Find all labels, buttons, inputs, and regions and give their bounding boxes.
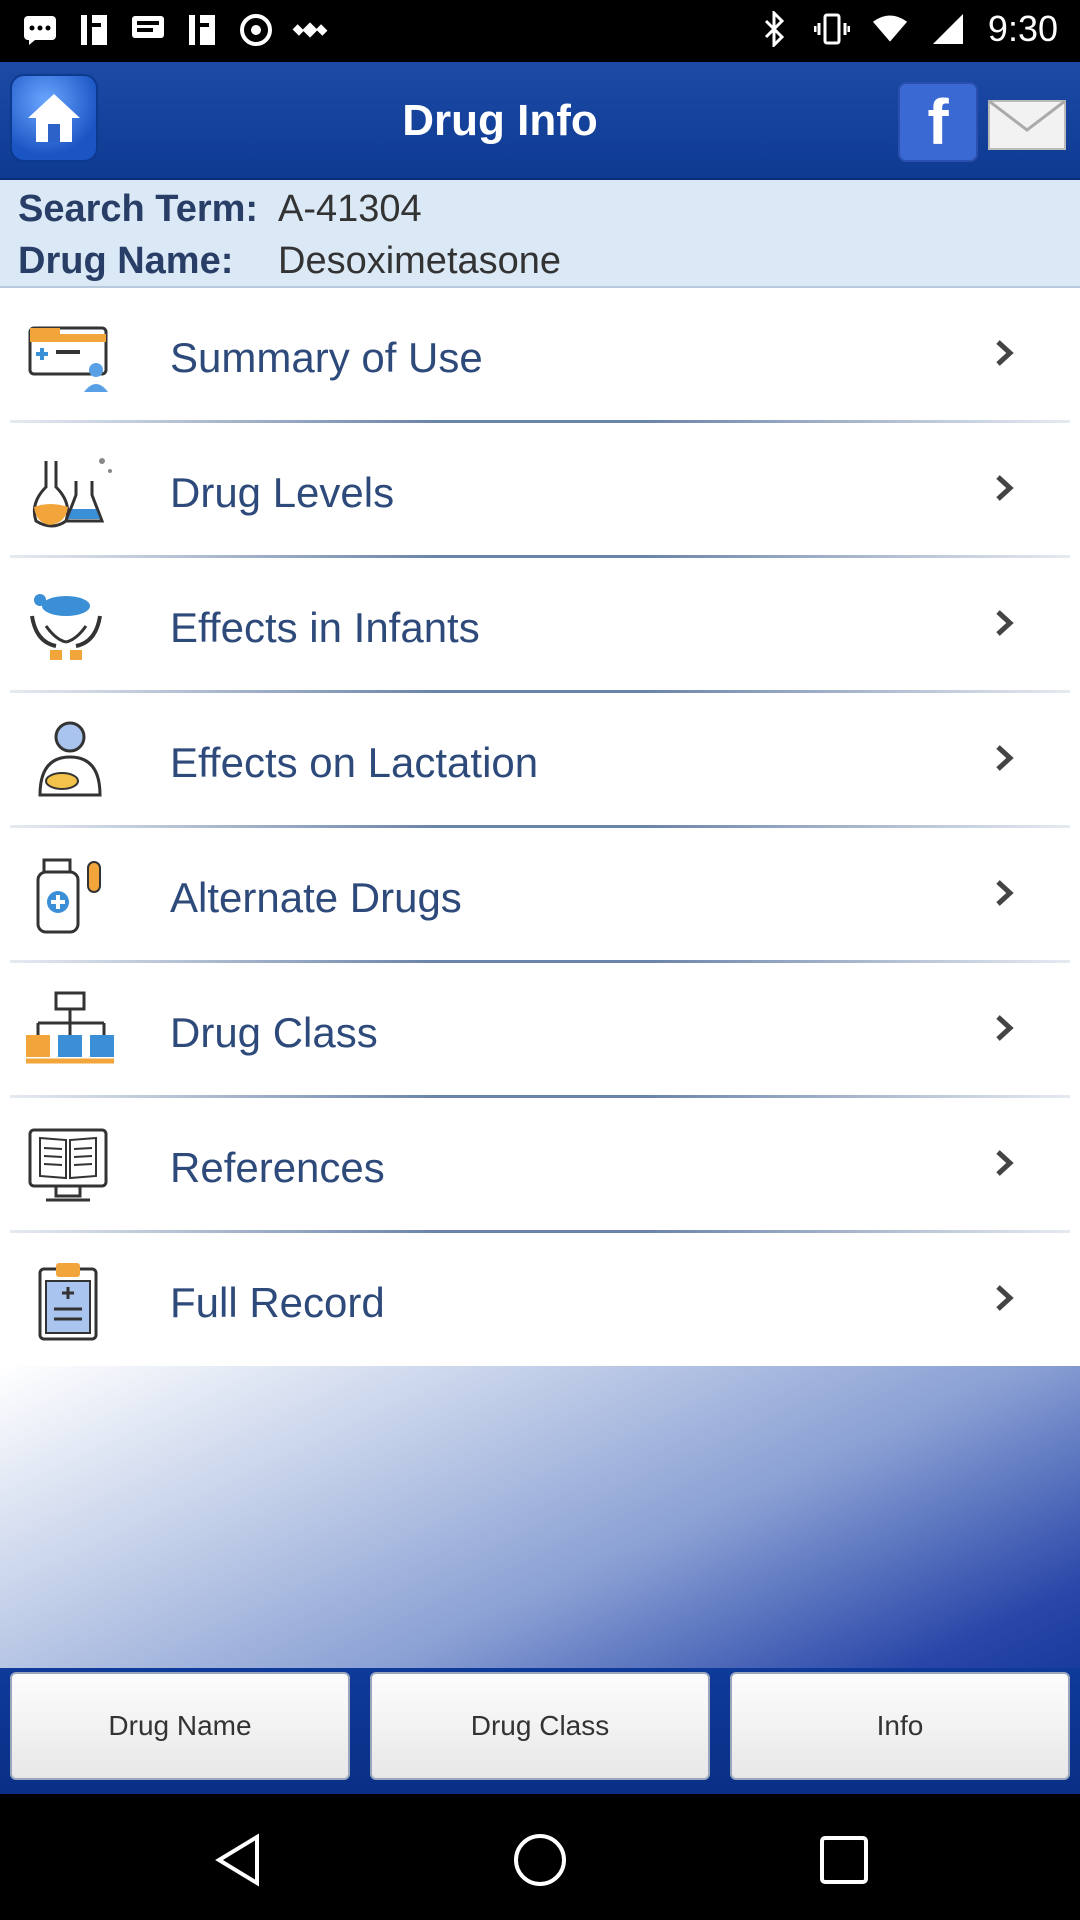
navigation-bar xyxy=(0,1794,1080,1920)
bottom-tab-bar: Drug Name Drug Class Info xyxy=(0,1668,1080,1794)
mail-icon xyxy=(988,99,1066,150)
timer-icon xyxy=(238,12,274,48)
facebook-button[interactable]: f xyxy=(898,82,978,162)
menu-item-label: Full Record xyxy=(170,1279,385,1326)
chevron-right-icon xyxy=(992,743,1016,773)
status-time: 9:30 xyxy=(987,8,1058,49)
mother-baby-icon xyxy=(26,721,116,801)
menu-item-label: References xyxy=(170,1144,385,1191)
menu-item-drug-class[interactable]: Drug Class xyxy=(0,963,1080,1098)
vibrate-icon xyxy=(813,11,850,47)
chevron-right-icon xyxy=(992,473,1016,503)
facebook-icon: f xyxy=(927,86,949,158)
satellite-icon xyxy=(292,12,328,48)
back-button[interactable] xyxy=(208,1830,268,1890)
signal-icon xyxy=(930,11,966,47)
menu-item-drug-levels[interactable]: Drug Levels xyxy=(0,423,1080,558)
menu-item-full-record[interactable]: Full Record xyxy=(0,1233,1080,1368)
status-bar: 9:30 xyxy=(0,0,1080,62)
app-header: Drug Info f xyxy=(0,62,1080,180)
drug-class-button[interactable]: Drug Class xyxy=(370,1672,710,1780)
menu-item-label: Drug Levels xyxy=(170,469,395,516)
drug-name-row: Drug Name: Desoximetasone xyxy=(18,240,561,283)
message-icon xyxy=(22,12,58,48)
menu-item-effects-on-lactation[interactable]: Effects on Lactation xyxy=(0,693,1080,828)
summary-icon xyxy=(26,316,116,396)
drug-name-value: Desoximetasone xyxy=(278,240,562,282)
menu-item-label: Effects on Lactation xyxy=(170,739,539,786)
search-term-label: Search Term: xyxy=(18,188,259,230)
flask-icon xyxy=(26,451,116,531)
fb-notification-icon xyxy=(184,12,220,48)
menu-item-label: Effects in Infants xyxy=(170,604,480,651)
status-right: 9:30 xyxy=(756,8,1058,50)
chevron-right-icon xyxy=(992,1148,1016,1178)
medicine-bottle-icon xyxy=(26,856,116,936)
hierarchy-icon xyxy=(26,991,116,1071)
menu-item-references[interactable]: References xyxy=(0,1098,1080,1233)
chevron-right-icon xyxy=(992,1283,1016,1313)
search-info: Search Term: A-41304 Drug Name: Desoxime… xyxy=(0,180,1080,288)
chevron-right-icon xyxy=(992,608,1016,638)
menu-item-label: Alternate Drugs xyxy=(170,874,462,921)
bluetooth-icon xyxy=(756,11,792,47)
drug-name-button[interactable]: Drug Name xyxy=(10,1672,350,1780)
menu-item-label: Drug Class xyxy=(170,1009,378,1056)
email-button[interactable] xyxy=(988,99,1066,150)
page-title: Drug Info xyxy=(402,96,598,145)
back-icon xyxy=(215,1833,259,1887)
menu-item-summary-of-use[interactable]: Summary of Use xyxy=(0,288,1080,423)
menu-item-label: Summary of Use xyxy=(170,334,483,381)
menu-list: Summary of Use Drug Levels Effects in In… xyxy=(0,288,1080,1366)
fb-notification-icon xyxy=(76,12,112,48)
chevron-right-icon xyxy=(992,878,1016,908)
status-left xyxy=(22,12,328,48)
cast-icon xyxy=(130,12,166,48)
search-term-value: A-41304 xyxy=(278,188,422,230)
info-button[interactable]: Info xyxy=(730,1672,1070,1780)
infant-hands-icon xyxy=(26,586,116,666)
wifi-icon xyxy=(872,11,908,47)
square-recents-icon xyxy=(820,1836,868,1884)
menu-item-alternate-drugs[interactable]: Alternate Drugs xyxy=(0,828,1080,963)
chevron-right-icon xyxy=(992,338,1016,368)
drug-name-label: Drug Name: xyxy=(18,240,234,282)
book-monitor-icon xyxy=(26,1126,116,1206)
circle-home-icon xyxy=(514,1834,566,1886)
search-term-row: Search Term: A-41304 xyxy=(18,188,422,231)
clipboard-icon xyxy=(26,1261,116,1341)
chevron-right-icon xyxy=(992,1013,1016,1043)
background-gradient xyxy=(0,1366,1080,1668)
recents-button[interactable] xyxy=(814,1830,874,1890)
home-nav-button[interactable] xyxy=(510,1830,570,1890)
menu-item-effects-in-infants[interactable]: Effects in Infants xyxy=(0,558,1080,693)
